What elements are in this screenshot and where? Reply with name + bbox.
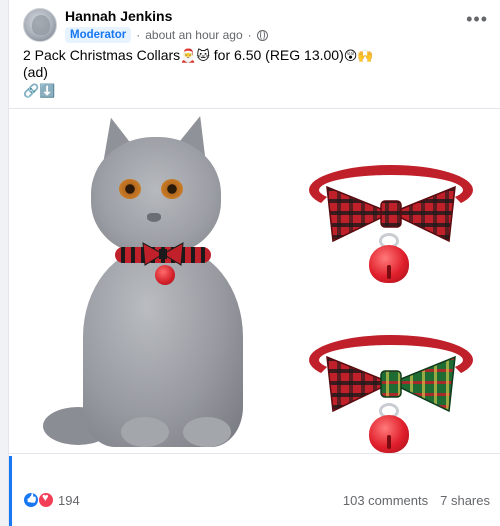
comments-link[interactable]: 103 comments <box>343 493 428 508</box>
green-collar-product <box>303 323 479 453</box>
wow-hands-emoji: 😲🙌 <box>343 48 374 63</box>
reactions-summary[interactable]: 194 <box>23 492 80 508</box>
post-text: 2 Pack Christmas Collars🎅🐱 for 6.50 (REG… <box>23 47 493 99</box>
engagement-counts: 103 comments 7 shares <box>343 493 490 508</box>
globe-icon <box>256 29 268 41</box>
left-accent-bar <box>9 456 12 526</box>
santa-cat-emoji: 🎅🐱 <box>180 48 210 63</box>
post-text-price: for 6.50 (REG 13.00) <box>209 47 344 63</box>
red-collar-product <box>303 153 479 293</box>
link-download-icons: 🔗⬇️ <box>23 83 56 98</box>
ad-label: (ad) <box>23 64 48 80</box>
avatar[interactable] <box>23 8 57 42</box>
post-text-title: 2 Pack Christmas Collars <box>23 47 181 63</box>
cat-photo <box>43 109 283 453</box>
moderator-badge: Moderator <box>65 27 132 43</box>
post-text-line: 2 Pack Christmas Collars🎅🐱 for 6.50 (REG… <box>23 47 493 64</box>
separator: · <box>136 28 141 42</box>
post-card: Hannah Jenkins Moderator · about an hour… <box>8 0 500 526</box>
more-options-icon[interactable]: ••• <box>466 10 488 28</box>
reaction-count: 194 <box>58 492 80 508</box>
like-reaction-icon <box>23 492 39 508</box>
post-image[interactable] <box>9 108 500 454</box>
author-name[interactable]: Hannah Jenkins <box>65 8 172 24</box>
separator: · <box>247 28 252 42</box>
love-reaction-icon <box>38 492 54 508</box>
post-time[interactable]: about an hour ago <box>145 28 242 42</box>
post-meta: Moderator · about an hour ago · <box>65 27 268 43</box>
shares-link[interactable]: 7 shares <box>440 493 490 508</box>
